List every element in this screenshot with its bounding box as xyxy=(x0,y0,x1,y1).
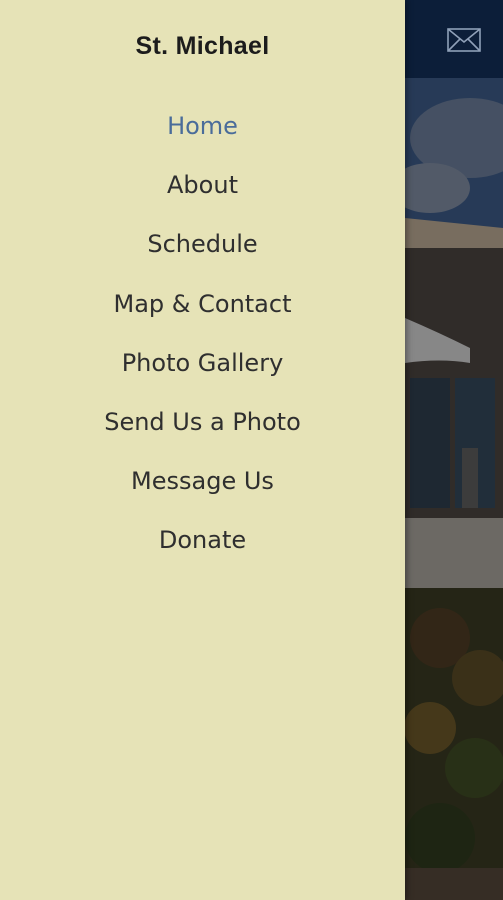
nav-item-home[interactable]: Home xyxy=(0,104,405,163)
nav-item-schedule[interactable]: Schedule xyxy=(0,222,405,281)
app-screen: St. Michael Home About Schedule Map & Co… xyxy=(0,0,503,900)
mail-icon[interactable] xyxy=(446,24,482,56)
nav-item-about[interactable]: About xyxy=(0,163,405,222)
nav-item-map-contact[interactable]: Map & Contact xyxy=(0,282,405,341)
nav-item-donate[interactable]: Donate xyxy=(0,518,405,577)
drawer-title: St. Michael xyxy=(135,32,270,60)
nav-list: Home About Schedule Map & Contact Photo … xyxy=(0,104,405,578)
nav-item-photo-gallery[interactable]: Photo Gallery xyxy=(0,341,405,400)
nav-item-send-photo[interactable]: Send Us a Photo xyxy=(0,400,405,459)
nav-item-message-us[interactable]: Message Us xyxy=(0,459,405,518)
navigation-drawer: St. Michael Home About Schedule Map & Co… xyxy=(0,0,405,900)
